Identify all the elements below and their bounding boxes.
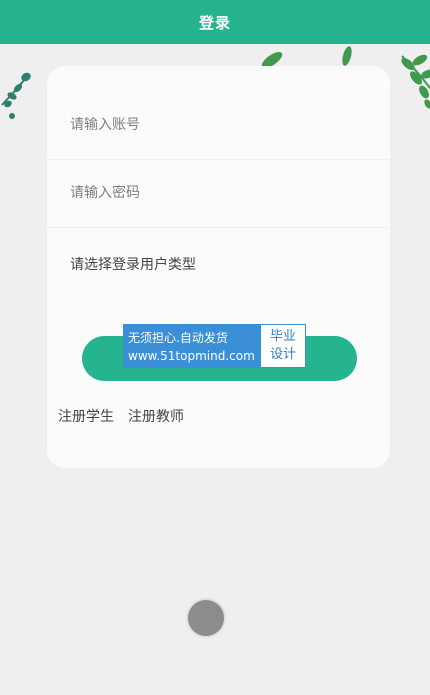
register-student-link[interactable]: 注册学生 (58, 406, 114, 426)
register-teacher-link[interactable]: 注册教师 (128, 406, 184, 426)
user-type-select[interactable]: 请选择登录用户类型 (70, 254, 196, 274)
watermark-slogan: 无须担心.自动发货 (128, 330, 228, 345)
watermark-tag-top: 毕业 (269, 329, 296, 344)
password-input[interactable] (47, 185, 390, 201)
page-title: 登录 (198, 13, 231, 32)
watermark-banner: 无须担心.自动发货 www.51topmind.com 毕业 设计 (123, 324, 306, 368)
login-card: 请选择登录用户类型 注册学生 注册教师 (47, 66, 390, 468)
watermark-url: www.51topmind.com (128, 349, 255, 364)
register-links: 注册学生 注册教师 (58, 406, 184, 426)
account-input[interactable] (47, 117, 390, 133)
floating-home-button[interactable] (188, 600, 224, 636)
divider (47, 227, 390, 228)
top-bar: 登录 (0, 0, 430, 44)
watermark-tag: 毕业 设计 (261, 325, 305, 367)
right-branch-icon (401, 54, 430, 109)
account-field[interactable] (47, 90, 390, 160)
left-branch-icon (1, 72, 31, 119)
watermark-tag-bottom: 设计 (269, 347, 296, 362)
watermark-main: 无须担心.自动发货 www.51topmind.com (124, 325, 261, 367)
password-field[interactable] (47, 158, 390, 228)
